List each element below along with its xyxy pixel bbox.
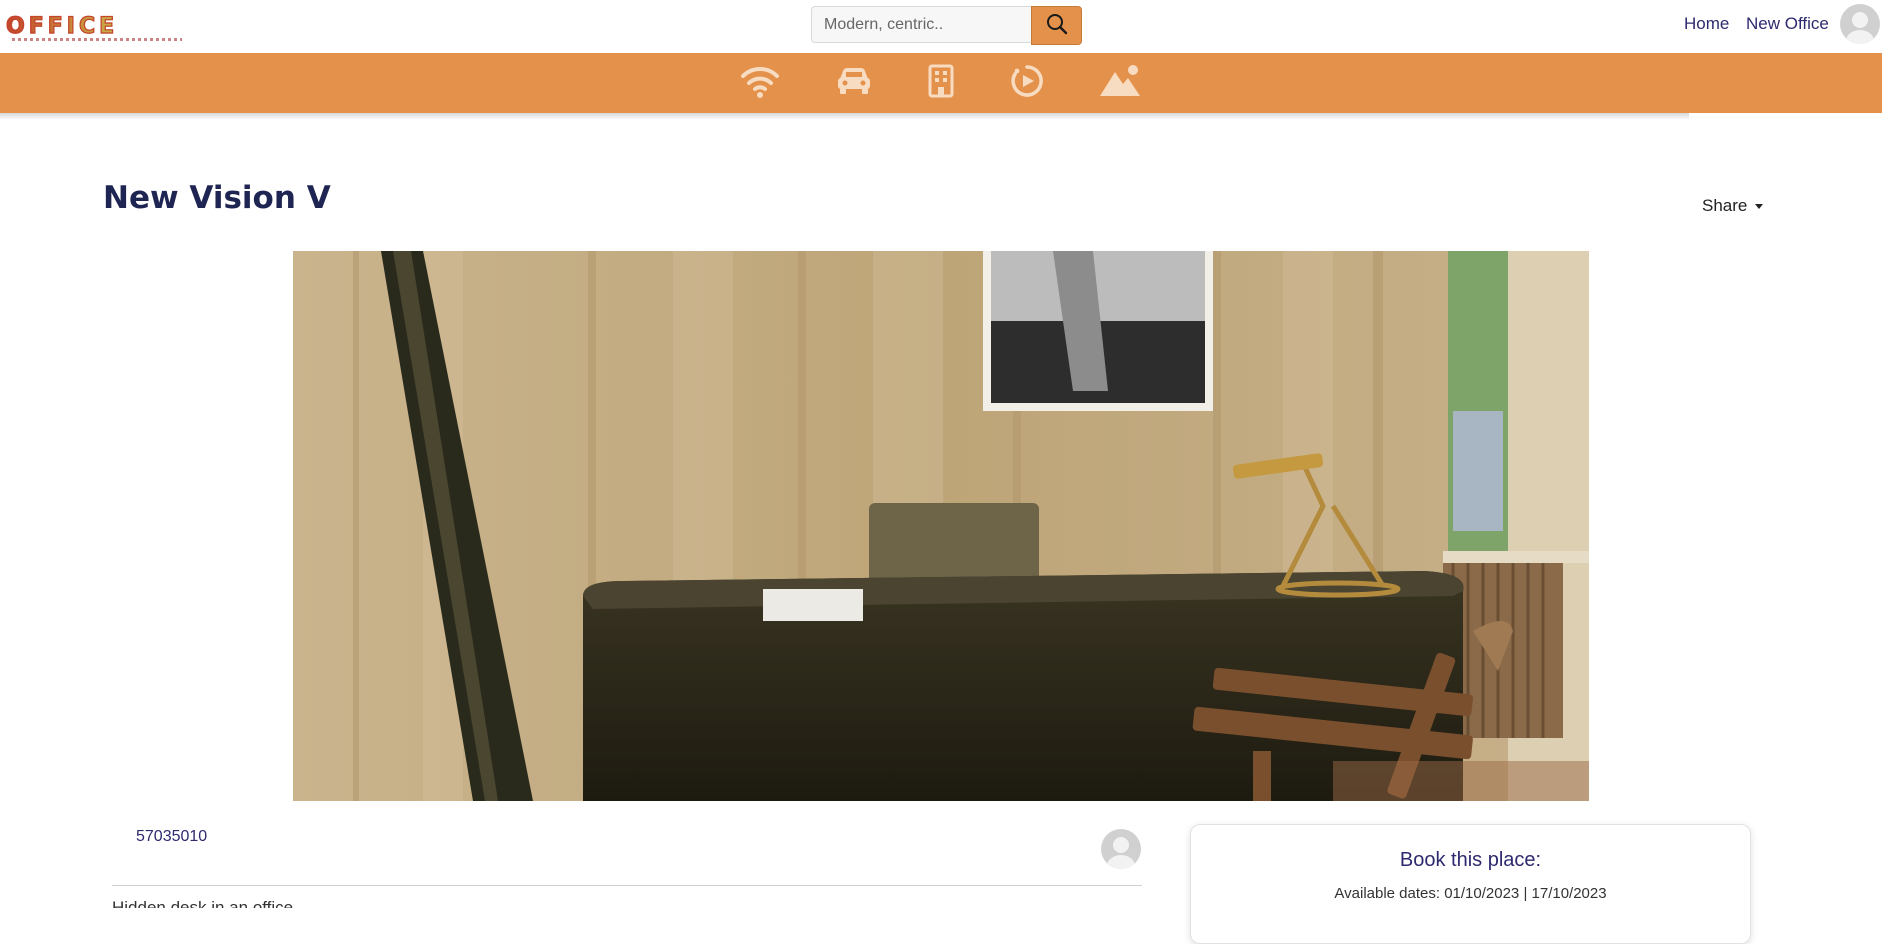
logo-tagline-pattern [12, 38, 182, 41]
listing-id: 57035010 [136, 828, 208, 845]
amenity-building[interactable] [920, 63, 962, 103]
booking-title: Book this place: [1399, 849, 1542, 871]
wifi-icon [740, 63, 780, 104]
listing-description: Hidden desk in an office [112, 898, 294, 908]
listing-photo [293, 251, 1589, 801]
amenity-wifi[interactable] [739, 63, 781, 103]
caret-down-icon [1755, 204, 1764, 210]
building-icon [928, 64, 954, 103]
play-icon [1010, 64, 1044, 103]
search-input[interactable] [811, 6, 1031, 43]
host-avatar[interactable] [1101, 829, 1141, 869]
nav-new-office-link[interactable]: New Office [1746, 14, 1829, 34]
section-divider [112, 885, 1142, 886]
nav-home-link[interactable]: Home [1684, 14, 1729, 34]
user-avatar[interactable] [1840, 4, 1880, 44]
amenity-parking[interactable] [833, 63, 875, 103]
search-button[interactable] [1031, 6, 1082, 45]
available-dates: Available dates: 01/10/2023 | 17/10/2023 [1334, 885, 1607, 902]
amenities-bar [0, 53, 1882, 113]
amenity-media[interactable] [1006, 63, 1048, 103]
search-icon [1046, 13, 1068, 38]
logo-wordmark: OFFICE [5, 14, 119, 39]
band-shadow [0, 113, 1689, 120]
office-logo[interactable]: OFFICE [5, 14, 192, 41]
amenity-view[interactable] [1099, 63, 1141, 103]
share-dropdown[interactable]: Share [1702, 196, 1764, 216]
booking-card: Book this place: Available dates: 01/10/… [1190, 824, 1751, 944]
landscape-icon [1099, 64, 1141, 103]
car-icon [836, 65, 872, 102]
listing-title: New Vision V [103, 180, 331, 216]
share-label: Share [1702, 196, 1748, 215]
search-bar [811, 6, 1082, 45]
top-navbar: OFFICE Home New Office [0, 0, 1882, 53]
